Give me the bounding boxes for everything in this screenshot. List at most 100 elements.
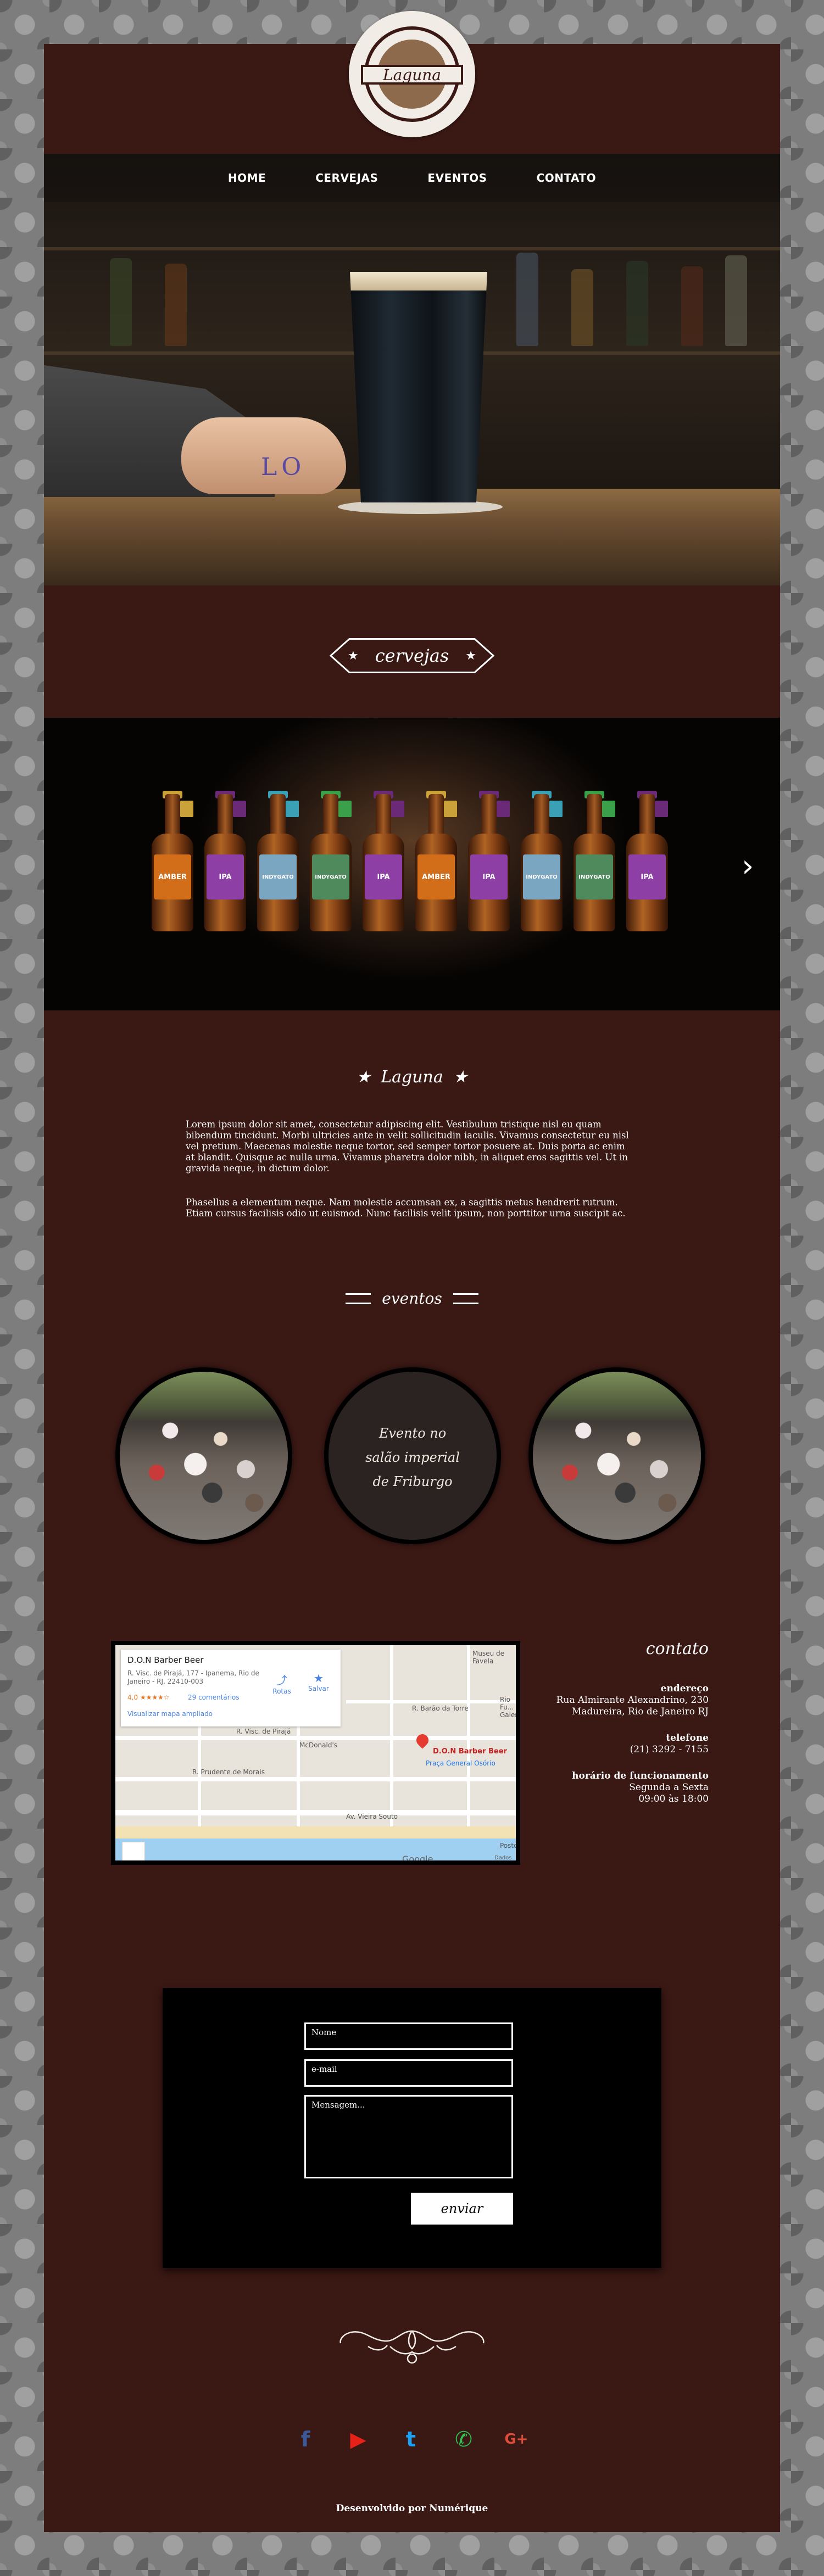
youtube-icon[interactable]: ▶ <box>344 2425 372 2454</box>
about-paragraph: Lorem ipsum dolor sit amet, consectetur … <box>186 1119 629 1174</box>
street-view-icon[interactable] <box>122 1842 145 1860</box>
pin-label: D.O.N Barber Beer <box>433 1747 507 1756</box>
main-nav: HOME CERVEJAS EVENTOS CONTATO <box>44 154 780 202</box>
map-label: Posto <box>500 1842 518 1849</box>
nav-contato[interactable]: CONTATO <box>537 154 597 202</box>
beer-bottle[interactable]: IPA <box>203 791 247 931</box>
nav-cervejas[interactable]: CERVEJAS <box>315 154 378 202</box>
bottle-label: INDYGATO <box>523 854 560 899</box>
neck-label <box>391 801 404 817</box>
map-label: R. Visc. de Pirajá <box>236 1728 291 1735</box>
neck-label <box>497 801 510 817</box>
bigger-map-link[interactable]: Visualizar mapa ampliado <box>127 1710 213 1718</box>
events-title: eventos <box>382 1289 442 1307</box>
double-line-ornament <box>346 1293 371 1304</box>
name-field[interactable]: Nome <box>304 2022 513 2050</box>
beer-bottle[interactable]: INDYGATO <box>256 791 300 931</box>
bottle-label: INDYGATO <box>576 854 613 899</box>
event-caption: Evento no salão imperial de Friburgo <box>329 1421 497 1494</box>
knuckle-tattoo: LO <box>261 453 306 481</box>
event-caption-line: Evento no <box>378 1426 447 1441</box>
page-container: Laguna LO HOME CERVEJAS EVENTOS CONTATO … <box>44 11 780 2532</box>
map-sea <box>115 1839 516 1860</box>
bottle-label: IPA <box>470 854 508 899</box>
event-caption-line: de Friburgo <box>372 1474 453 1489</box>
save-label: Salvar <box>308 1685 329 1692</box>
hours-line: Segunda a Sexta <box>629 1782 709 1793</box>
google-logo: Google <box>402 1854 433 1864</box>
twitter-icon[interactable]: t <box>397 2425 425 2454</box>
save-button[interactable]: ★ Salvar <box>305 1672 332 1692</box>
event-photo[interactable] <box>115 1367 292 1544</box>
double-line-ornament <box>453 1293 478 1304</box>
about-paragraph: Phasellus a elementum neque. Nam molesti… <box>186 1197 626 1219</box>
beer-bottle[interactable]: IPA <box>625 791 669 931</box>
background-bottle <box>165 264 187 346</box>
location-map[interactable]: Museu de Favela R. Barão da Torre Rio Fu… <box>111 1641 520 1865</box>
bottle-label: IPA <box>365 854 402 899</box>
google-plus-icon[interactable]: G+ <box>502 2425 531 2454</box>
beer-bottle[interactable]: AMBER <box>414 791 458 931</box>
address-line: Rua Almirante Alexandrino, 230 <box>556 1695 709 1706</box>
map-road <box>467 1645 470 1826</box>
bottle-neck <box>323 794 352 838</box>
bottle-neck <box>376 794 404 838</box>
beer-bottle[interactable]: INDYGATO <box>520 791 564 931</box>
place-name: D.O.N Barber Beer <box>127 1655 204 1665</box>
bottle-label: IPA <box>207 854 244 899</box>
phone-label: telefone <box>666 1733 709 1744</box>
beer-carousel: AMBER IPA INDYGATO INDYGATO IPA AMBER IPA INDYG… <box>44 718 780 1010</box>
event-card[interactable]: Evento no salão imperial de Friburgo <box>324 1367 501 1544</box>
events-heading: eventos <box>44 1289 780 1307</box>
beer-bottle[interactable]: IPA <box>361 791 405 931</box>
bottle-neck <box>639 794 668 838</box>
directions-label: Rotas <box>272 1687 291 1695</box>
crowd-photo <box>533 1372 701 1540</box>
bottle-label: IPA <box>628 854 666 899</box>
map-label: Rio Fu... Galeria <box>500 1696 520 1719</box>
background-bottle <box>725 255 747 346</box>
hero-banner: LO HOME CERVEJAS EVENTOS CONTATO <box>44 154 780 585</box>
background-bottle <box>110 258 132 346</box>
nav-home[interactable]: HOME <box>228 154 266 202</box>
star-icon: ★ <box>453 1068 468 1087</box>
beer-bottle[interactable]: INDYGATO <box>572 791 616 931</box>
neck-label <box>549 801 563 817</box>
map-label: Dados <box>494 1855 512 1861</box>
nav-eventos[interactable]: EVENTOS <box>427 154 487 202</box>
star-icon: ★ <box>356 1068 371 1087</box>
place-card: D.O.N Barber Beer R. Visc. de Pirajá, 17… <box>121 1650 341 1726</box>
about-title: Laguna <box>381 1068 443 1087</box>
whatsapp-icon[interactable]: ✆ <box>449 2425 478 2454</box>
bottle-label: AMBER <box>417 854 455 899</box>
flourish-ornament <box>339 2330 485 2364</box>
beer-bottle[interactable]: IPA <box>467 791 511 931</box>
bottle-neck <box>428 794 457 838</box>
map-label: McDonald's <box>299 1741 337 1749</box>
directions-button[interactable]: ⤴ Rotas <box>268 1672 296 1695</box>
footer-credit: Desenvolvido por Numérique <box>336 2503 488 2514</box>
hours-label: horário de funcionamento <box>572 1770 709 1781</box>
event-photo[interactable] <box>528 1367 705 1544</box>
message-field[interactable]: Mensagem... <box>304 2095 513 2178</box>
email-field[interactable]: e-mail <box>304 2059 513 2087</box>
contact-info: contato endereço Rua Almirante Alexandri… <box>538 1639 709 1805</box>
contact-form: Nome e-mail Mensagem... enviar <box>163 1988 661 2268</box>
facebook-icon[interactable]: f <box>291 2425 320 2454</box>
reviews-link[interactable]: 29 comentários <box>188 1694 240 1701</box>
bottle-neck <box>270 794 299 838</box>
send-button[interactable]: enviar <box>411 2193 513 2225</box>
beer-bottle[interactable]: AMBER <box>151 791 194 931</box>
crowd-photo <box>120 1372 288 1540</box>
neck-label <box>233 801 246 817</box>
brand-logo[interactable]: Laguna <box>349 11 475 137</box>
map-pin-icon[interactable] <box>414 1731 431 1749</box>
bottle-neck <box>165 794 193 838</box>
beer-bottle[interactable]: INDYGATO <box>309 791 353 931</box>
chevron-right-icon[interactable]: › <box>742 851 754 882</box>
neck-label <box>338 801 352 817</box>
address-line: Madureira, Rio de Janeiro RJ <box>571 1706 709 1717</box>
beer-glass <box>350 272 487 502</box>
map-label: Praça General Osório <box>426 1759 495 1767</box>
directions-icon: ⤴ <box>276 1674 287 1687</box>
